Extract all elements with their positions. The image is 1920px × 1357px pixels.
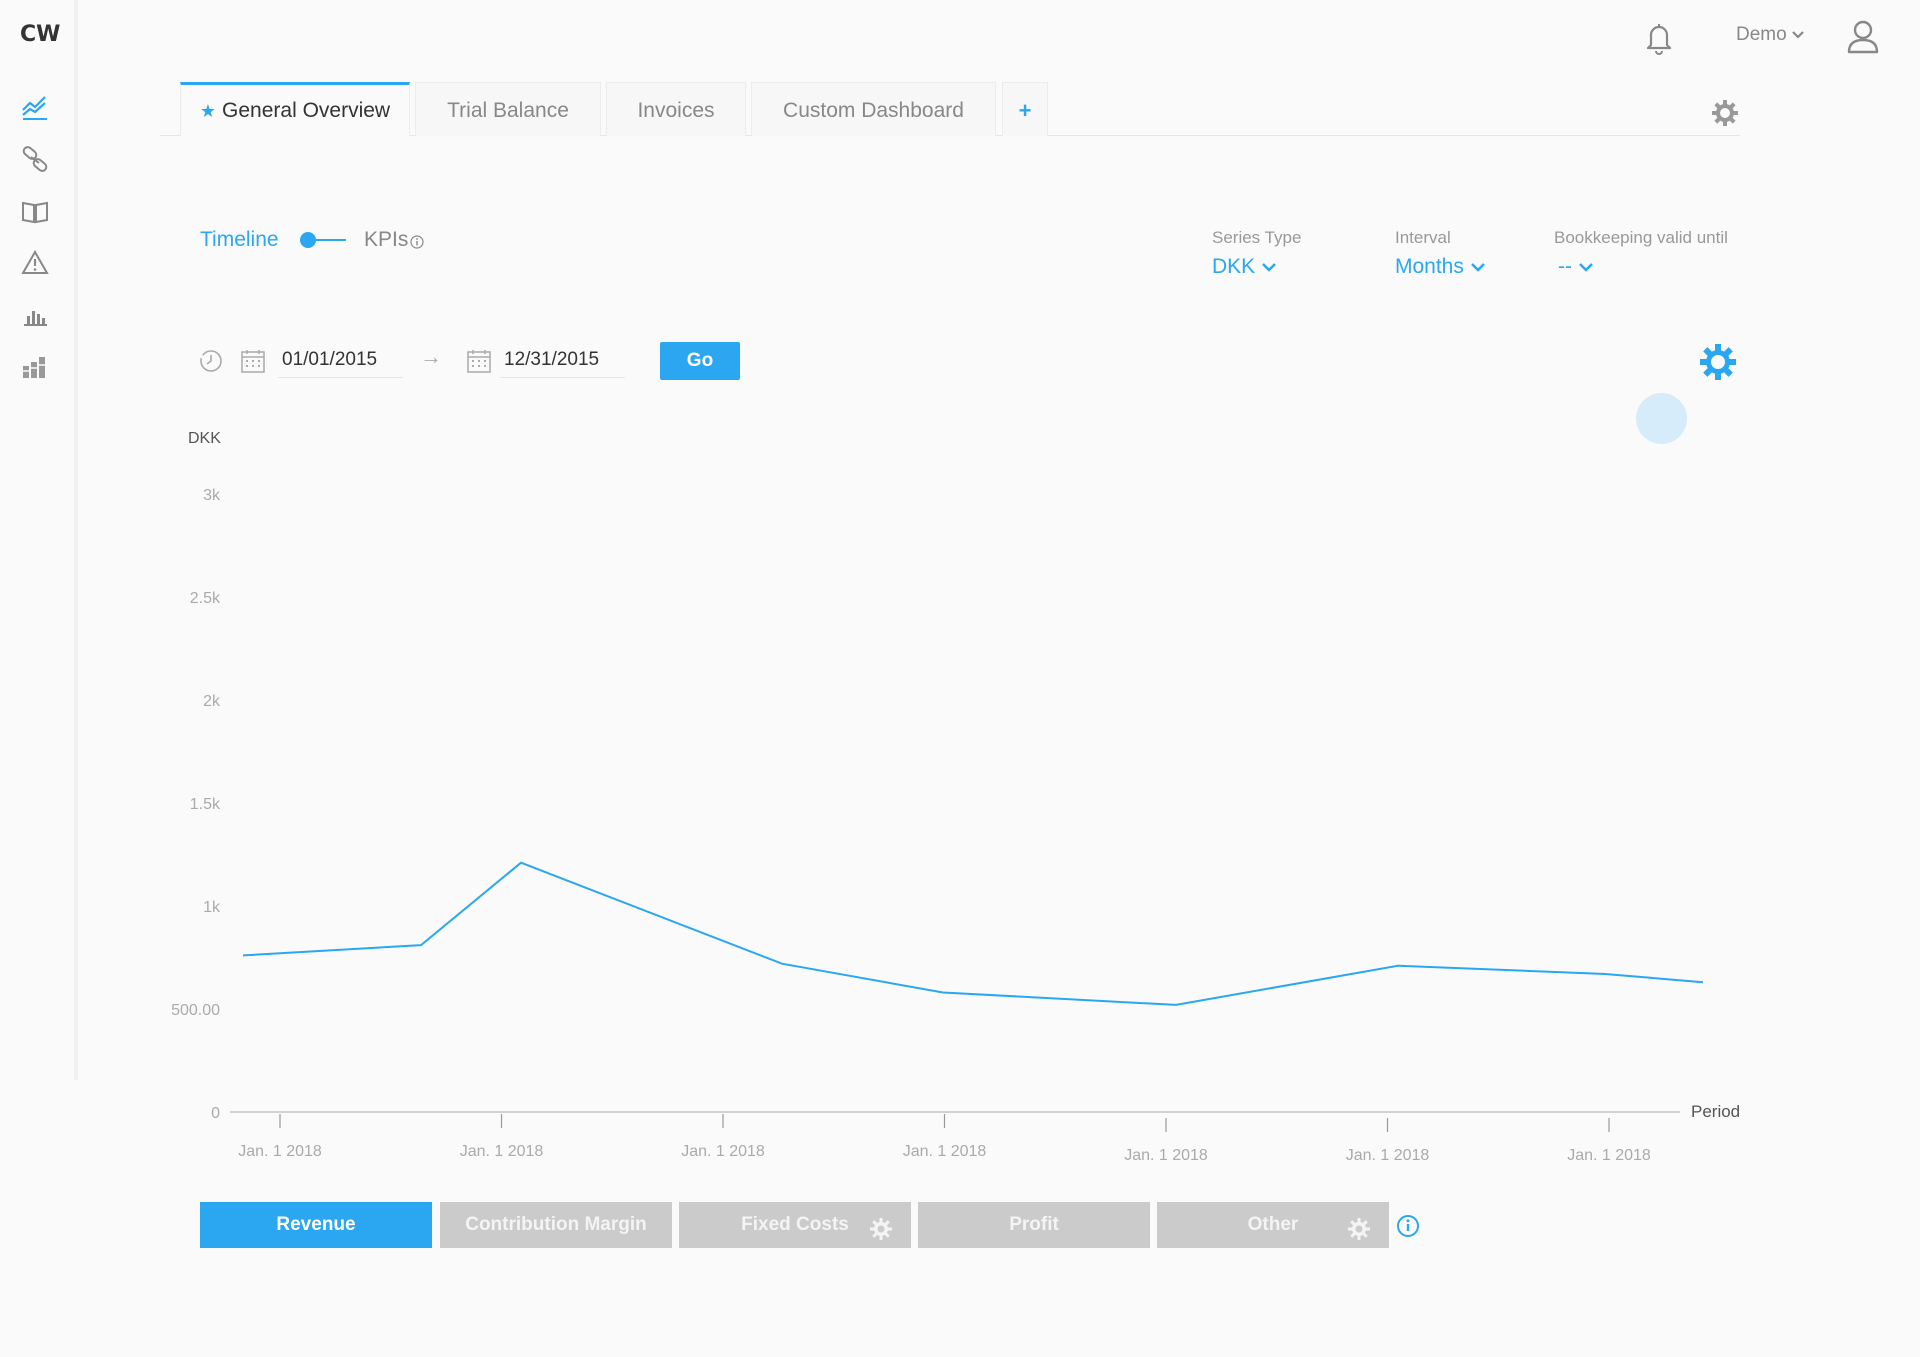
user-menu-label: Demo (1736, 24, 1787, 45)
x-axis-label: Period (1691, 1102, 1740, 1121)
x-tick-label: Jan. 1 2018 (460, 1143, 544, 1160)
y-tick-label: 2.5k (190, 590, 221, 607)
end-date-input[interactable] (500, 342, 625, 378)
interval-label: Interval (1395, 228, 1451, 247)
calendar-icon[interactable] (240, 348, 266, 374)
interval-dropdown[interactable]: Months (1395, 255, 1486, 279)
series-type-label: Series Type (1212, 228, 1302, 247)
chart-settings-gear-icon[interactable] (1698, 342, 1738, 382)
y-tick-label: 500.00 (171, 1002, 220, 1019)
y-tick-label: 1.5k (190, 796, 221, 813)
start-date-input[interactable] (278, 342, 403, 378)
series-button-label: Fixed Costs (741, 1214, 849, 1235)
sidebar: CW (0, 0, 78, 1080)
y-tick-label: 0 (211, 1105, 220, 1122)
y-tick-label: 2k (203, 693, 221, 710)
chevron-down-icon (1261, 255, 1277, 279)
series-fixed-costs-button[interactable]: Fixed Costs (679, 1202, 911, 1248)
series-revenue-button[interactable]: Revenue (200, 1202, 432, 1248)
kpis-option[interactable]: KPIs (364, 228, 408, 252)
info-icon[interactable] (410, 235, 424, 249)
chart-series (242, 861, 1704, 1006)
go-button[interactable]: Go (660, 342, 740, 380)
book-icon[interactable] (20, 196, 50, 226)
bar-chart-icon[interactable] (20, 300, 50, 330)
calendar-icon[interactable] (466, 348, 492, 374)
link-icon[interactable] (20, 144, 50, 174)
x-tick-label: Jan. 1 2018 (681, 1143, 765, 1160)
tab-invoices[interactable]: Invoices (606, 82, 746, 136)
gear-icon[interactable] (869, 1213, 893, 1240)
plus-icon: + (1018, 98, 1032, 123)
tab-label: Trial Balance (447, 99, 569, 122)
chevron-down-icon (1470, 255, 1486, 279)
series-info-icon[interactable] (1396, 1214, 1420, 1238)
add-tab-button[interactable]: + (1002, 82, 1048, 136)
timeline-option[interactable]: Timeline (200, 228, 279, 252)
bookkeeping-value: -- (1558, 255, 1572, 278)
x-tick-label: Jan. 1 2018 (1124, 1147, 1208, 1164)
series-button-label: Revenue (276, 1214, 356, 1235)
tab-general-overview[interactable]: ★ General Overview (180, 82, 410, 136)
dashboard-tabs: ★ General Overview Trial Balance Invoices… (160, 82, 1740, 136)
series-button-label: Other (1247, 1214, 1299, 1235)
timeline-kpis-toggle[interactable] (300, 230, 348, 250)
x-tick-label: Jan. 1 2018 (1346, 1147, 1430, 1164)
app-logo: CW (20, 22, 61, 47)
tab-trial-balance[interactable]: Trial Balance (415, 82, 601, 136)
dashboard-settings-gear-icon[interactable] (1710, 98, 1740, 128)
series-line (242, 861, 1704, 1006)
series-button-label: Profit (1009, 1214, 1059, 1235)
series-type-value: DKK (1212, 255, 1256, 278)
series-button-label: Contribution Margin (465, 1214, 647, 1235)
gear-icon[interactable] (1347, 1213, 1371, 1240)
x-tick-label: Jan. 1 2018 (238, 1143, 322, 1160)
series-contribution-margin-button[interactable]: Contribution Margin (440, 1202, 672, 1248)
tab-label: Custom Dashboard (783, 99, 964, 122)
chevron-down-icon (1578, 255, 1594, 279)
x-tick-label: Jan. 1 2018 (903, 1143, 987, 1160)
loading-indicator (1636, 393, 1687, 444)
history-icon[interactable] (198, 348, 224, 374)
star-icon: ★ (199, 101, 217, 121)
series-profit-button[interactable]: Profit (918, 1202, 1150, 1248)
series-type-dropdown[interactable]: DKK (1212, 255, 1277, 279)
x-axis: Jan. 1 2018 Jan. 1 2018 Jan. 1 2018 Jan. 1 … (230, 1111, 1680, 1164)
user-profile-icon[interactable] (1845, 18, 1881, 56)
date-range-arrow: → (420, 344, 442, 369)
notifications-bell-icon[interactable] (1643, 20, 1675, 56)
stacked-bar-icon[interactable] (20, 352, 50, 382)
x-tick-label: Jan. 1 2018 (1567, 1147, 1651, 1164)
user-menu-dropdown[interactable]: Demo (1736, 24, 1805, 46)
line-chart-icon[interactable] (20, 92, 50, 122)
y-tick-label: 3k (203, 487, 221, 504)
y-axis-unit-label: DKK (188, 430, 221, 447)
warning-icon[interactable] (20, 248, 50, 278)
tab-label: Invoices (637, 99, 715, 122)
chevron-down-icon (1791, 24, 1805, 46)
series-other-button[interactable]: Other (1157, 1202, 1389, 1248)
tab-label: General Overview (222, 99, 391, 122)
bookkeeping-dropdown[interactable]: -- (1558, 255, 1594, 279)
y-axis-ticks: 0 500.00 1k 1.5k 2k 2.5k 3k (171, 487, 221, 1122)
revenue-line-chart: DKK Period 0 500.00 1k 1.5k 2k 2.5k 3k Jan. 1 … (171, 430, 1740, 1164)
toggle-knob (300, 232, 316, 248)
interval-value: Months (1395, 255, 1464, 278)
y-tick-label: 1k (203, 899, 221, 916)
bookkeeping-label: Bookkeeping valid until (1554, 228, 1728, 247)
tab-custom-dashboard[interactable]: Custom Dashboard (751, 82, 996, 136)
